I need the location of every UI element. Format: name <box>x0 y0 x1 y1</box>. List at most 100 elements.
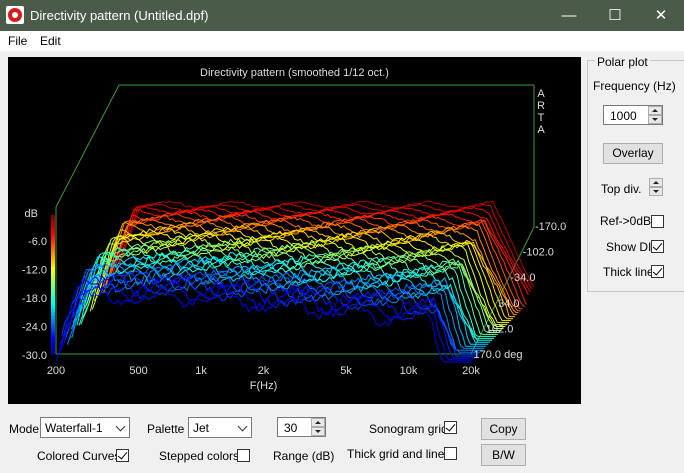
range-label: Range (dB) <box>273 449 335 463</box>
palette-select[interactable]: Jet <box>188 417 252 438</box>
top-div-label: Top div. <box>601 182 642 196</box>
color-scale-segment <box>51 281 55 285</box>
frequency-label: Frequency (Hz) <box>593 79 676 93</box>
sonogram-grid-checkbox[interactable] <box>444 421 457 434</box>
chart-title: Directivity pattern (smoothed 1/12 oct.) <box>200 67 389 79</box>
color-scale <box>51 215 55 355</box>
color-scale-segment <box>51 329 55 334</box>
app-icon <box>6 6 24 24</box>
x-axis-label: F(Hz) <box>250 380 278 392</box>
color-scale-segment <box>51 263 55 268</box>
mode-value: Waterfall-1 <box>45 421 103 435</box>
color-scale-segment <box>51 284 55 289</box>
overlay-button[interactable]: Overlay <box>603 143 663 164</box>
color-scale-segment <box>51 315 55 320</box>
depth-tick-label: -34.0 <box>510 272 535 284</box>
bw-button[interactable]: B/W <box>481 444 526 466</box>
color-scale-segment <box>51 319 55 324</box>
range-spinner[interactable]: 30 <box>277 417 326 437</box>
colored-curves-label: Colored Curves <box>37 449 121 463</box>
stepped-colors-checkbox[interactable] <box>237 449 250 462</box>
polar-plot-label: Polar plot <box>595 55 650 69</box>
depth-tick-label: 102.0 <box>486 323 514 335</box>
arta-watermark-letter: R <box>537 100 545 112</box>
color-scale-segment <box>51 256 55 261</box>
menu-edit[interactable]: Edit <box>40 34 61 48</box>
title-bar: Directivity pattern (Untitled.dpf) — ☐ ✕ <box>0 0 684 31</box>
frequency-up-arrow-icon[interactable] <box>648 106 662 115</box>
arta-watermark-letter: A <box>537 124 545 136</box>
color-scale-segment <box>51 322 55 327</box>
y-tick-label: -6.0 <box>28 236 47 248</box>
close-button[interactable]: ✕ <box>638 0 684 31</box>
palette-value: Jet <box>193 421 210 435</box>
color-scale-segment <box>51 294 55 299</box>
y-tick-label: -30.0 <box>22 350 47 362</box>
ref0db-label: Ref->0dB <box>600 214 652 228</box>
x-tick-label: 2k <box>258 365 270 377</box>
thick-grid-label: Thick grid and lines <box>347 447 451 461</box>
polar-plot-group: Polar plot Frequency (Hz) 1000 Overlay T… <box>587 55 684 292</box>
show-di-label: Show DI <box>606 240 652 254</box>
top-div-down-arrow-icon[interactable] <box>649 187 663 196</box>
color-scale-segment <box>51 336 55 341</box>
waterfall-chart: Directivity pattern (smoothed 1/12 oct.)… <box>22 67 566 392</box>
mode-select[interactable]: Waterfall-1 <box>40 417 130 438</box>
minimize-button[interactable]: — <box>546 0 592 31</box>
color-scale-segment <box>51 270 55 275</box>
color-scale-segment <box>51 333 55 338</box>
color-scale-segment <box>51 312 55 317</box>
color-scale-segment <box>51 225 55 230</box>
color-scale-segment <box>51 347 55 352</box>
chevron-down-icon <box>115 421 126 432</box>
color-scale-segment <box>51 291 55 296</box>
x-tick-label: 10k <box>400 365 418 377</box>
y-axis-label: dB <box>25 208 38 220</box>
x-tick-label: 200 <box>47 365 65 377</box>
color-scale-segment <box>51 274 55 279</box>
top-div-up-arrow-icon[interactable] <box>649 178 663 187</box>
colored-curves-checkbox[interactable] <box>116 449 129 462</box>
range-down-arrow-icon[interactable] <box>311 427 325 436</box>
arta-watermark-letter: A <box>537 88 545 100</box>
color-scale-segment <box>51 232 55 237</box>
frequency-spinner[interactable]: 1000 <box>603 105 663 125</box>
color-scale-segment <box>51 215 55 219</box>
top-div-spinner[interactable] <box>649 178 663 196</box>
depth-tick-label: -102.0 <box>523 247 554 259</box>
directivity-plot[interactable]: Directivity pattern (smoothed 1/12 oct.)… <box>8 57 581 404</box>
color-scale-segment <box>51 235 55 240</box>
color-scale-segment <box>51 301 55 306</box>
axis-top-left-depth <box>55 84 120 208</box>
thick-line-checkbox[interactable] <box>651 265 664 278</box>
waterfall-curve <box>57 274 473 361</box>
waterfall-curve <box>88 238 504 329</box>
arta-watermark-letter: T <box>538 112 545 124</box>
color-scale-segment <box>51 343 55 348</box>
color-scale-segment <box>51 350 55 355</box>
x-tick-label: 1k <box>195 365 207 377</box>
maximize-button[interactable]: ☐ <box>592 0 638 31</box>
y-tick-label: -18.0 <box>22 293 47 305</box>
menu-file[interactable]: File <box>8 34 27 48</box>
thick-grid-checkbox[interactable] <box>444 447 457 460</box>
waterfall-curve <box>59 273 475 359</box>
x-tick-label: 500 <box>129 365 147 377</box>
ref0db-checkbox[interactable] <box>651 215 664 228</box>
color-scale-segment <box>51 308 55 313</box>
color-scale-segment <box>51 287 55 292</box>
palette-label: Palette <box>147 422 185 436</box>
range-up-arrow-icon[interactable] <box>311 418 325 427</box>
frequency-down-arrow-icon[interactable] <box>648 115 662 124</box>
color-scale-segment <box>51 228 55 233</box>
color-scale-segment <box>51 277 55 282</box>
color-scale-segment <box>51 260 55 265</box>
color-scale-segment <box>51 305 55 310</box>
frequency-value: 1000 <box>610 109 637 123</box>
copy-button[interactable]: Copy <box>481 418 526 440</box>
chevron-down-icon <box>237 421 248 432</box>
color-scale-segment <box>51 253 55 258</box>
depth-tick-label: 170.0 deg <box>474 349 523 361</box>
show-di-checkbox[interactable] <box>651 240 664 253</box>
waterfall-curve <box>99 224 515 318</box>
